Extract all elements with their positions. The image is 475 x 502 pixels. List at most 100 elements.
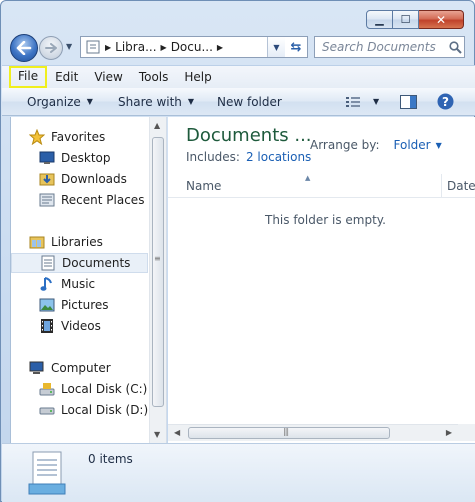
explorer-window: ▁ ☐ ✕ ▼ ▶ Libra... ▶ Docu... ▶ ▼ ⇆ Searc… (0, 0, 475, 502)
breadcrumb-chevron-icon[interactable]: ▶ (217, 43, 223, 52)
nav-downloads[interactable]: Downloads (39, 169, 127, 189)
nav-music-label: Music (61, 277, 96, 291)
nav-favorites-label: Favorites (51, 130, 106, 144)
nav-vertical-scrollbar[interactable]: ▲ ≡ ▼ (149, 117, 166, 443)
change-view-button[interactable]: ▼ (345, 96, 379, 108)
documents-icon (40, 255, 56, 271)
nav-recent-places-label: Recent Places (61, 193, 145, 207)
grip-icon: ≡ (154, 254, 161, 263)
pictures-icon (39, 297, 55, 313)
back-button[interactable] (10, 34, 38, 62)
system-drive-icon (39, 381, 55, 397)
nav-computer[interactable]: Computer (29, 358, 111, 378)
nav-pictures-label: Pictures (61, 298, 109, 312)
scroll-thumb[interactable] (152, 137, 164, 407)
forward-button[interactable] (39, 36, 63, 60)
command-bar: Organize ▼ Share with ▼ New folder ▼ ? (2, 88, 475, 116)
library-includes: Includes: 2 locations (186, 150, 311, 164)
scroll-right-icon[interactable]: ▶ (446, 428, 452, 437)
menu-bar: File Edit View Tools Help (2, 65, 475, 88)
includes-label: Includes: (186, 150, 240, 164)
maximize-icon: ☐ (400, 13, 411, 26)
column-date[interactable]: Date (447, 179, 475, 193)
scroll-thumb[interactable] (188, 427, 390, 439)
arrange-by: Arrange by: Folder ▼ (310, 138, 442, 152)
nav-computer-label: Computer (51, 361, 111, 375)
file-list-pane: Documents ... Includes: 2 locations Arran… (168, 117, 475, 443)
nav-desktop[interactable]: Desktop (39, 148, 111, 168)
search-icon[interactable] (446, 40, 464, 54)
nav-documents-label: Documents (62, 256, 131, 270)
scrollbar-corner (458, 424, 475, 441)
computer-icon (29, 360, 45, 376)
navigation-pane: Favorites Desktop Downloads Recent Place… (10, 117, 167, 443)
downloads-folder-icon (39, 171, 55, 187)
column-header-row: ▲ Name Date (168, 174, 475, 198)
chevron-down-icon[interactable]: ▼ (436, 141, 442, 150)
library-title: Documents ... (186, 125, 312, 146)
nav-favorites[interactable]: Favorites (29, 127, 105, 147)
breadcrumb-chevron-icon[interactable]: ▶ (105, 43, 111, 52)
libraries-icon (29, 234, 45, 250)
nav-recent-places[interactable]: Recent Places (39, 190, 144, 210)
grip-icon: ||| (283, 427, 289, 436)
search-box[interactable]: Search Documents (314, 36, 465, 58)
videos-film-icon (39, 318, 55, 334)
new-folder-button[interactable]: New folder (217, 95, 282, 109)
scroll-left-icon[interactable]: ◀ (174, 428, 180, 437)
address-bar[interactable]: ▶ Libra... ▶ Docu... ▶ ▼ ⇆ (80, 36, 308, 58)
nav-local-disk-d[interactable]: Local Disk (D:) (39, 400, 148, 420)
nav-local-disk-c[interactable]: Local Disk (C:) (39, 379, 147, 399)
arrange-by-value[interactable]: Folder (394, 138, 431, 152)
menu-file[interactable]: File (9, 66, 48, 88)
nav-videos-label: Videos (61, 319, 101, 333)
drive-icon (39, 402, 55, 418)
horizontal-scrollbar[interactable]: ◀ ||| ▶ (168, 424, 458, 441)
music-note-icon (39, 276, 55, 292)
minimize-button[interactable]: ▁ (366, 10, 393, 29)
preview-pane-button[interactable] (400, 94, 417, 109)
maximize-button[interactable]: ☐ (393, 10, 419, 29)
nav-videos[interactable]: Videos (39, 316, 101, 336)
details-pane: 0 items (2, 443, 475, 502)
preview-pane-icon (400, 94, 417, 109)
breadcrumb-libraries[interactable]: Libra... (115, 40, 156, 54)
breadcrumb: ▶ Libra... ▶ Docu... ▶ (101, 40, 227, 54)
nav-downloads-label: Downloads (61, 172, 127, 186)
documents-library-icon (27, 448, 67, 501)
menu-tools[interactable]: Tools (131, 67, 177, 87)
chevron-down-icon[interactable]: ▼ (373, 97, 379, 106)
refresh-icon[interactable]: ⇆ (285, 37, 307, 57)
menu-edit[interactable]: Edit (47, 67, 86, 87)
search-input[interactable]: Search Documents (322, 40, 446, 54)
share-with-button[interactable]: Share with ▼ (118, 95, 194, 109)
column-divider[interactable] (441, 174, 442, 198)
chevron-down-icon: ▼ (187, 97, 195, 106)
address-dropdown-icon[interactable]: ▼ (267, 37, 285, 57)
column-name[interactable]: Name (186, 179, 221, 193)
nav-documents[interactable]: Documents (11, 253, 148, 273)
close-button[interactable]: ✕ (419, 10, 464, 29)
details-view-icon (346, 96, 360, 107)
library-folder-icon (86, 40, 100, 54)
nav-pictures[interactable]: Pictures (39, 295, 109, 315)
item-count: 0 items (88, 452, 133, 466)
organize-button[interactable]: Organize ▼ (27, 95, 93, 109)
arrange-by-label: Arrange by: (310, 138, 380, 152)
scroll-up-icon[interactable]: ▲ (154, 121, 160, 130)
organize-label: Organize (27, 94, 81, 109)
recent-pages-dropdown-icon[interactable]: ▼ (66, 42, 72, 51)
menu-help[interactable]: Help (176, 67, 219, 87)
help-button[interactable]: ? (437, 93, 454, 110)
nav-libraries[interactable]: Libraries (29, 232, 103, 252)
back-arrow-icon (16, 41, 32, 55)
breadcrumb-chevron-icon[interactable]: ▶ (161, 43, 167, 52)
breadcrumb-documents[interactable]: Docu... (171, 40, 213, 54)
desktop-icon (39, 150, 55, 166)
includes-locations-link[interactable]: 2 locations (246, 150, 311, 164)
menu-view[interactable]: View (86, 67, 130, 87)
scroll-down-icon[interactable]: ▼ (154, 430, 160, 439)
nav-music[interactable]: Music (39, 274, 95, 294)
minimize-icon: ▁ (375, 13, 384, 26)
svg-text:?: ? (442, 95, 449, 109)
